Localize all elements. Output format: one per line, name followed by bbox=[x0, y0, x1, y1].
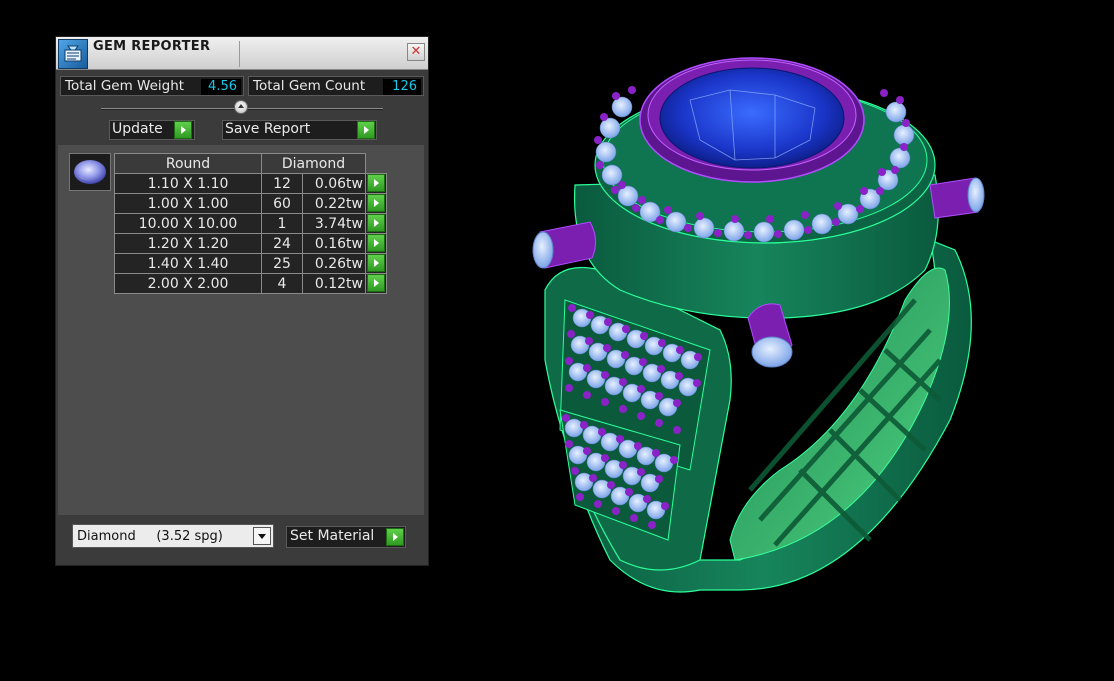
set-material-button[interactable]: Set Material bbox=[286, 526, 406, 548]
side-accents bbox=[532, 177, 985, 368]
ring-side-panel bbox=[544, 266, 732, 571]
gem-list-area: Round Diamond 1.10 X 1.10 12 0.06tw 1.00… bbox=[58, 145, 424, 515]
save-report-button-label: Save Report bbox=[225, 121, 311, 137]
play-arrow-icon bbox=[367, 214, 385, 232]
title-divider bbox=[239, 41, 240, 67]
material-select-value: Diamond (3.52 spg) bbox=[77, 529, 223, 544]
save-report-button[interactable]: Save Report bbox=[222, 120, 377, 140]
play-arrow-icon bbox=[174, 121, 192, 139]
titlebar[interactable]: GEM REPORTER ✕ bbox=[56, 37, 428, 70]
gem-weight: 0.26tw bbox=[302, 253, 366, 274]
gem-size: 2.00 X 2.00 bbox=[114, 273, 262, 294]
material-select[interactable]: Diamond (3.52 spg) bbox=[72, 524, 274, 548]
total-gem-weight-label: Total Gem Weight bbox=[65, 78, 185, 94]
gem-count: 12 bbox=[261, 173, 303, 194]
gem-weight: 0.06tw bbox=[302, 173, 366, 194]
gem-weight: 0.16tw bbox=[302, 233, 366, 254]
close-button[interactable]: ✕ bbox=[407, 43, 425, 61]
total-gem-weight-box: Total Gem Weight 4.56 bbox=[60, 76, 244, 96]
center-stone bbox=[659, 67, 845, 169]
play-arrow-icon bbox=[357, 121, 375, 139]
halo-prongs bbox=[594, 86, 910, 239]
center-bezel bbox=[639, 57, 865, 183]
gem-size: 1.40 X 1.40 bbox=[114, 253, 262, 274]
play-arrow-icon bbox=[367, 194, 385, 212]
play-arrow-icon bbox=[367, 234, 385, 252]
play-arrow-icon bbox=[367, 274, 385, 292]
row-select-button[interactable] bbox=[365, 193, 387, 214]
gem-count: 1 bbox=[261, 213, 303, 234]
row-select-button[interactable] bbox=[365, 213, 387, 234]
gem-count: 60 bbox=[261, 193, 303, 214]
play-arrow-icon bbox=[367, 254, 385, 272]
chevron-down-icon[interactable] bbox=[253, 527, 271, 545]
round-gem-icon[interactable] bbox=[69, 153, 111, 191]
pave-stones bbox=[562, 304, 702, 529]
table-row: 1.10 X 1.10 12 0.06tw bbox=[114, 173, 387, 194]
gem-weight: 3.74tw bbox=[302, 213, 366, 234]
ring-head bbox=[573, 86, 939, 319]
update-button-label: Update bbox=[112, 121, 163, 137]
set-material-button-label: Set Material bbox=[290, 528, 375, 544]
total-gem-weight-value: 4.56 bbox=[201, 79, 241, 95]
total-gem-count-box: Total Gem Count 126 bbox=[248, 76, 424, 96]
gem-weight: 0.12tw bbox=[302, 273, 366, 294]
gem-size: 10.00 X 10.00 bbox=[114, 213, 262, 234]
gem-count: 24 bbox=[261, 233, 303, 254]
total-gem-count-label: Total Gem Count bbox=[253, 78, 366, 94]
slider-handle[interactable] bbox=[234, 100, 248, 114]
table-row: 2.00 X 2.00 4 0.12tw bbox=[114, 273, 387, 294]
gem-size: 1.00 X 1.00 bbox=[114, 193, 262, 214]
halo-stones bbox=[595, 96, 915, 243]
window-title: GEM REPORTER bbox=[93, 39, 211, 54]
gem-count: 4 bbox=[261, 273, 303, 294]
total-gem-count-value: 126 bbox=[383, 79, 421, 95]
gem-table: Round Diamond 1.10 X 1.10 12 0.06tw 1.00… bbox=[114, 153, 387, 294]
update-button[interactable]: Update bbox=[109, 120, 195, 140]
table-row: 10.00 X 10.00 1 3.74tw bbox=[114, 213, 387, 234]
shape-column-header: Round bbox=[114, 153, 262, 174]
gem-reporter-panel: GEM REPORTER ✕ Total Gem Weight 4.56 Tot… bbox=[55, 36, 429, 566]
table-row: 1.20 X 1.20 24 0.16tw bbox=[114, 233, 387, 254]
play-arrow-icon bbox=[386, 528, 404, 546]
table-row: 1.40 X 1.40 25 0.26tw bbox=[114, 253, 387, 274]
material-column-header: Diamond bbox=[261, 153, 366, 174]
row-select-button[interactable] bbox=[365, 233, 387, 254]
row-select-button[interactable] bbox=[365, 253, 387, 274]
gem-count: 25 bbox=[261, 253, 303, 274]
play-arrow-icon bbox=[367, 174, 385, 192]
gem-reporter-app-icon bbox=[58, 39, 88, 69]
row-select-button[interactable] bbox=[365, 173, 387, 194]
row-select-button[interactable] bbox=[365, 273, 387, 294]
gem-size: 1.20 X 1.20 bbox=[114, 233, 262, 254]
ring-shank bbox=[554, 239, 972, 593]
table-row: 1.00 X 1.00 60 0.22tw bbox=[114, 193, 387, 214]
gem-weight: 0.22tw bbox=[302, 193, 366, 214]
gem-size: 1.10 X 1.10 bbox=[114, 173, 262, 194]
